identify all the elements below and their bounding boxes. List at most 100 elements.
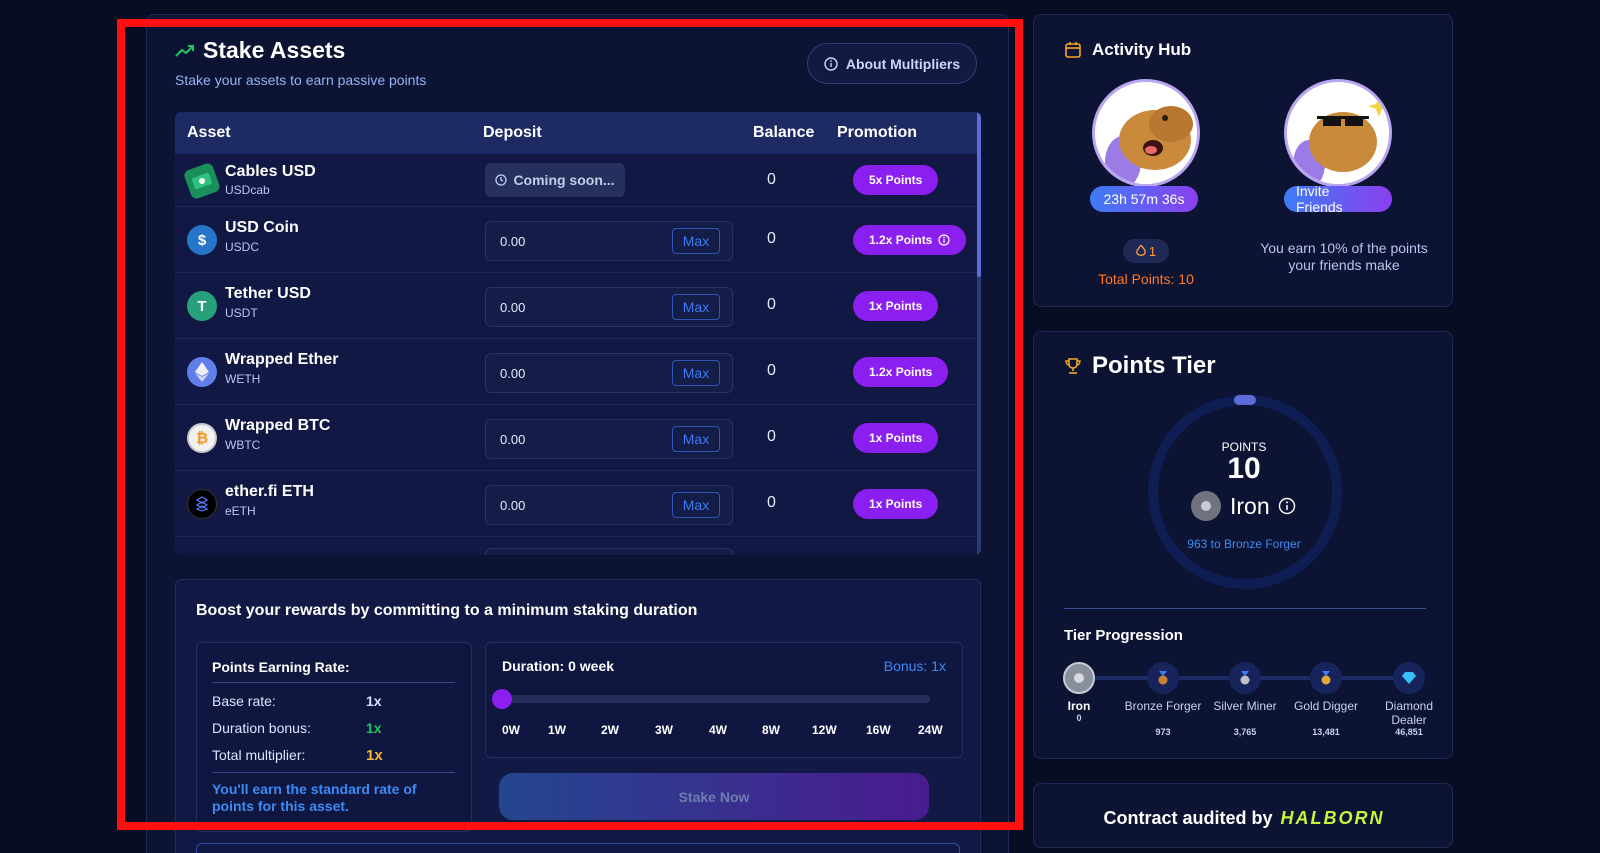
promotion-label: 1x Points xyxy=(869,497,923,511)
duration-bonus-label: Duration bonus: xyxy=(212,720,311,736)
bonus-label: Bonus: 1x xyxy=(883,658,946,674)
capybara-daily-avatar[interactable] xyxy=(1092,79,1200,187)
tier-name: Bronze Forger xyxy=(1124,699,1202,713)
table-row: ₿ Wrapped BTC WBTC 0.00 Max 0 1x Points xyxy=(175,406,981,471)
about-multipliers-label: About Multipliers xyxy=(845,55,961,72)
info-icon xyxy=(938,234,950,246)
table-row: ether.fi ETH eETH 0.00 Max 0 1x Points xyxy=(175,472,981,537)
tick-label: 3W xyxy=(655,723,673,737)
asset-name: Tether USD xyxy=(225,285,311,302)
earning-rate-title: Points Earning Rate: xyxy=(212,659,350,675)
tier-title-row: Points Tier xyxy=(1064,352,1216,380)
asset-name: Wrapped BTC xyxy=(225,417,331,434)
stake-now-button[interactable]: Stake Now xyxy=(499,773,929,820)
asset-name: USD Coin xyxy=(225,219,299,236)
balance-value: 0 xyxy=(767,296,776,313)
max-button[interactable]: Max xyxy=(672,492,720,518)
tier-name: Silver Miner xyxy=(1213,699,1277,713)
info-icon[interactable] xyxy=(1278,497,1296,515)
ether-icon xyxy=(187,357,217,387)
promotion-badge[interactable]: 5x Points xyxy=(853,165,939,195)
divider xyxy=(212,772,455,773)
trending-up-icon xyxy=(175,44,194,57)
page-title: Stake Assets xyxy=(203,37,346,63)
total-multiplier-value: 1x xyxy=(366,747,383,764)
about-multipliers-button[interactable]: About Multipliers xyxy=(807,43,977,84)
streak-badge: 1 xyxy=(1123,239,1169,263)
trophy-icon xyxy=(1065,358,1081,374)
slider-thumb[interactable] xyxy=(492,689,512,709)
countdown-timer-button[interactable]: 23h 57m 36s xyxy=(1090,186,1198,212)
promotion-badge[interactable]: 1.2x Points xyxy=(853,225,967,255)
table-header: Asset Deposit Balance Promotion xyxy=(175,112,981,154)
audit-panel: Contract audited by HALBORN xyxy=(1033,783,1453,848)
balance-value: 0 xyxy=(767,428,776,445)
tier-points: 973 xyxy=(1155,727,1171,737)
tick-label: 24W xyxy=(918,723,943,737)
total-points: Total Points: 10 xyxy=(1098,271,1194,287)
gold-medal-icon xyxy=(1310,662,1342,694)
activity-hub-title: Activity Hub xyxy=(1092,40,1192,59)
iron-medal-icon xyxy=(1191,491,1221,521)
streak-count: 1 xyxy=(1148,243,1157,259)
deposit-input[interactable]: 0.00 Max xyxy=(485,485,733,525)
asset-symbol: USDcab xyxy=(225,183,270,197)
header-balance: Balance xyxy=(753,124,815,141)
current-tier: Iron xyxy=(1190,490,1296,522)
flame-icon xyxy=(1136,245,1146,256)
points-tier-title: Points Tier xyxy=(1092,352,1216,379)
base-rate-label: Base rate: xyxy=(212,693,276,709)
max-button[interactable]: Max xyxy=(672,228,720,254)
bottom-panel-edge xyxy=(196,843,960,853)
tier-progression-title: Tier Progression xyxy=(1064,627,1183,644)
coming-soon-label: Coming soon... xyxy=(513,172,615,188)
assets-table: Asset Deposit Balance Promotion Cables U… xyxy=(175,112,981,555)
usdc-icon: $ xyxy=(187,225,217,255)
total-multiplier-label: Total multiplier: xyxy=(212,747,306,763)
deposit-input[interactable]: 0.00 Max xyxy=(485,419,733,459)
deposit-input[interactable]: 0.00 Max xyxy=(485,287,733,327)
rate-note: You'll earn the standard rate of points … xyxy=(212,781,417,814)
deposit-value: 0.00 xyxy=(500,432,526,447)
next-tier-note: 963 to Bronze Forger xyxy=(1187,537,1301,551)
asset-symbol: USDC xyxy=(225,240,260,254)
deposit-input[interactable]: 0.00 Max xyxy=(485,353,733,393)
coming-soon-badge: Coming soon... xyxy=(485,163,625,197)
activity-hub-panel: Activity Hub 23h 57m 36s Invite Friends … xyxy=(1033,14,1453,307)
tick-label: 12W xyxy=(812,723,837,737)
promotion-label: 1x Points xyxy=(869,431,923,445)
tether-icon: T xyxy=(187,291,217,321)
table-scrollbar[interactable] xyxy=(977,112,981,555)
clock-icon xyxy=(495,174,508,186)
balance-value: 0 xyxy=(767,362,776,379)
promotion-badge[interactable]: 1x Points xyxy=(853,423,939,453)
asset-symbol: WBTC xyxy=(225,438,261,452)
promotion-badge[interactable]: 1x Points xyxy=(853,489,939,519)
points-value: 10 xyxy=(1227,452,1261,485)
max-button[interactable]: Max xyxy=(672,360,720,386)
tier-name: Gold Digger xyxy=(1293,699,1359,713)
capybara-invite-avatar[interactable] xyxy=(1284,79,1392,187)
promotion-badge[interactable]: 1x Points xyxy=(853,291,939,321)
scrollbar-thumb[interactable] xyxy=(977,112,981,277)
boost-section: Boost your rewards by committing to a mi… xyxy=(175,579,981,853)
deposit-input-partial[interactable] xyxy=(485,548,733,555)
base-rate-value: 1x xyxy=(366,693,382,709)
asset-symbol: USDT xyxy=(225,306,258,320)
asset-name: Cables USD xyxy=(225,163,316,180)
max-button[interactable]: Max xyxy=(672,294,720,320)
tick-label: 8W xyxy=(762,723,780,737)
deposit-input[interactable]: 0.00 Max xyxy=(485,221,733,261)
cables-usd-icon xyxy=(182,161,222,201)
duration-slider[interactable] xyxy=(502,695,930,703)
activity-title-row: Activity Hub xyxy=(1064,40,1191,60)
max-button[interactable]: Max xyxy=(672,426,720,452)
asset-name: Wrapped Ether xyxy=(225,351,339,368)
promotion-badge[interactable]: 1.2x Points xyxy=(853,357,949,387)
duration-card: Duration: 0 week Bonus: 1x 0W 1W 2W 3W 4… xyxy=(485,642,963,758)
promotion-label: 1x Points xyxy=(869,299,923,313)
halborn-logo[interactable]: HALBORN xyxy=(1281,808,1385,829)
points-tier-panel: Points Tier POINTS 10 Iron 963 to Bronze… xyxy=(1033,331,1453,759)
header-asset: Asset xyxy=(187,124,231,141)
invite-friends-button[interactable]: Invite Friends xyxy=(1284,183,1392,215)
